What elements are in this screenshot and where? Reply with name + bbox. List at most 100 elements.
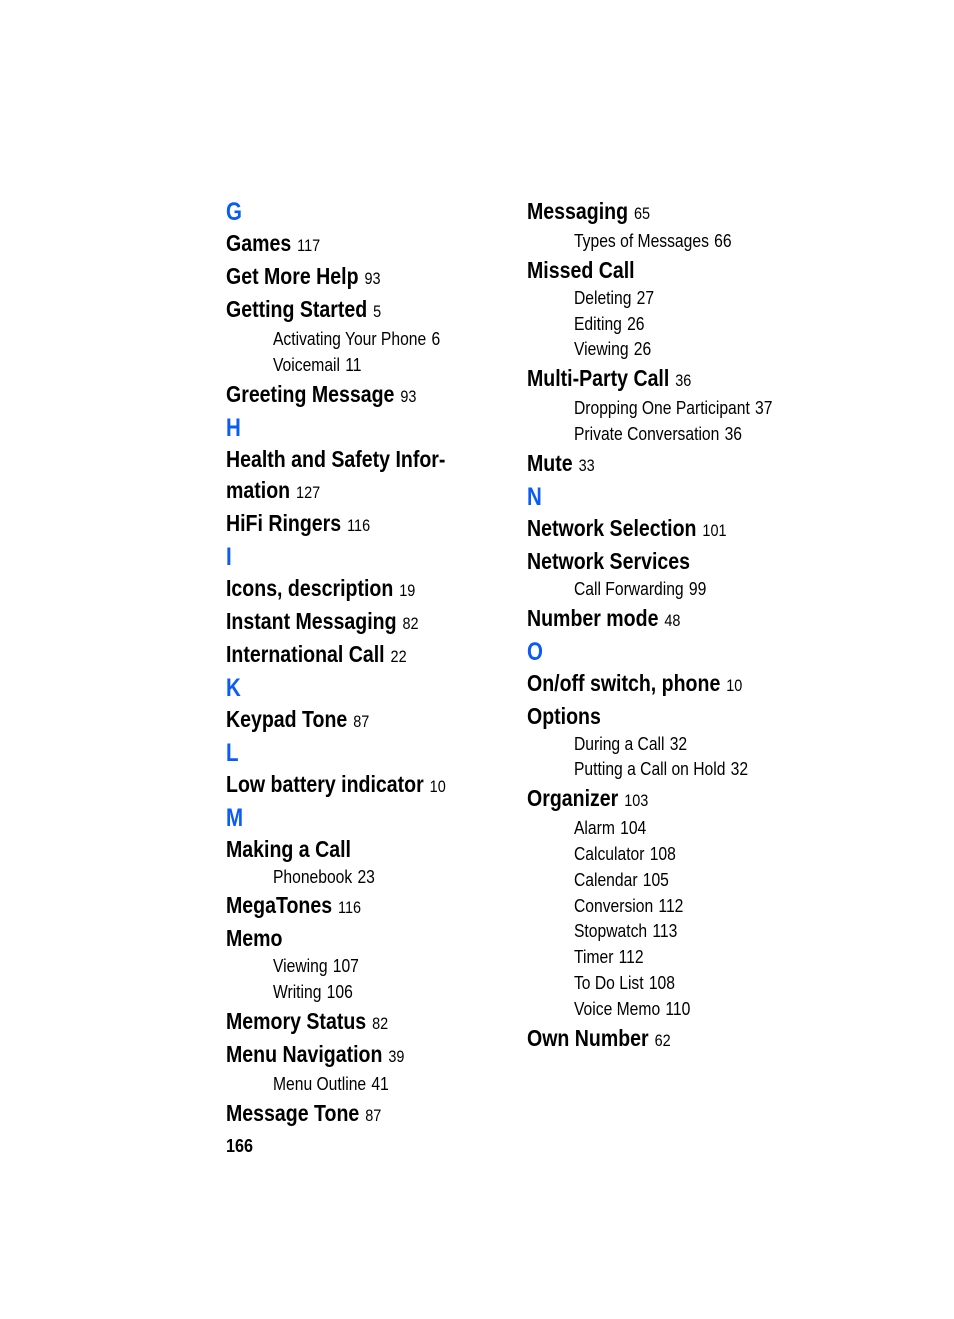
- index-page-ref: 10: [429, 776, 446, 796]
- index-page-ref: 32: [669, 733, 688, 754]
- index-entry: Getting Started 5: [226, 294, 456, 327]
- index-term: Health and Safety Infor-mation: [226, 445, 446, 503]
- index-letter-heading: M: [226, 803, 244, 832]
- index-entry: Memory Status 82: [226, 1006, 456, 1039]
- index-entry: Mute 33: [527, 448, 757, 481]
- index-subentry: Activating Your Phone 6: [226, 327, 461, 353]
- index-page-ref: 26: [627, 313, 645, 334]
- index-page-ref: 104: [620, 818, 647, 839]
- index-term: Multi-Party Call: [527, 365, 670, 392]
- index-page-ref: 116: [347, 515, 371, 535]
- index-page-ref: 33: [578, 455, 595, 475]
- index-term: HiFi Ringers: [226, 509, 342, 536]
- index-letter-heading: G: [226, 198, 242, 226]
- index-term: Low battery indicator: [226, 770, 424, 797]
- index-subentry: Deleting 27: [527, 286, 762, 312]
- index-page-ref: 22: [390, 646, 407, 666]
- index-term: Menu Navigation: [226, 1040, 383, 1067]
- index-page-ref: 101: [702, 520, 727, 540]
- index-term: Writing: [272, 982, 322, 1003]
- index-page-ref: 37: [755, 398, 773, 419]
- index-page-ref: 39: [388, 1046, 405, 1066]
- index-page-ref: 105: [642, 869, 669, 890]
- index-term: Number mode: [527, 604, 659, 631]
- index-term: Calendar: [573, 869, 638, 890]
- index-term: Call Forwarding: [573, 578, 684, 599]
- index-term: During a Call: [573, 733, 665, 754]
- index-page-ref: 113: [652, 921, 678, 942]
- index-page-ref: 19: [399, 580, 416, 600]
- index-entry: Greeting Message 93: [226, 379, 456, 412]
- index-letter-heading: I: [226, 542, 232, 571]
- index-entry: Games 117: [226, 228, 456, 261]
- index-term: Stopwatch: [573, 921, 648, 942]
- index-page-ref: 87: [365, 1105, 382, 1125]
- index-page-ref: 66: [714, 231, 732, 251]
- index-entry: Message Tone 87: [226, 1098, 456, 1131]
- index-entry: Menu Navigation 39: [226, 1039, 456, 1072]
- index-page-ref: 62: [654, 1030, 671, 1050]
- index-subentry: Writing 106: [226, 980, 461, 1006]
- index-term: Types of Messages: [573, 231, 709, 251]
- index-subentry: Viewing 26: [527, 337, 762, 363]
- index-letter-heading: L: [226, 738, 239, 767]
- index-term: Private Conversation: [573, 423, 720, 444]
- index-subentry: Dropping One Participant 37: [527, 396, 783, 422]
- index-subentry: Calendar 105: [527, 868, 762, 894]
- index-page-ref: 116: [338, 898, 362, 918]
- index-column-left: G Games 117 Get More Help 93 Getting Started 5…: [226, 196, 496, 1131]
- index-term: Voicemail: [272, 354, 341, 375]
- index-subentry: Conversion 112: [527, 894, 762, 920]
- index-entry: Missed Call: [527, 255, 757, 286]
- index-term: Instant Messaging: [226, 607, 397, 634]
- index-entry: Keypad Tone 87: [226, 704, 456, 737]
- index-page-ref: 65: [633, 204, 651, 223]
- index-subentry: To Do List 108: [527, 971, 762, 997]
- index-page-ref: 112: [658, 895, 684, 916]
- index-page-ref: 41: [371, 1073, 389, 1094]
- index-term: Editing: [573, 313, 622, 334]
- index-term: Timer: [573, 947, 614, 968]
- index-term: Mute: [527, 449, 573, 476]
- index-page-ref: 27: [636, 287, 655, 308]
- index-term: Calculator: [573, 843, 645, 864]
- index-term: To Do List: [573, 972, 644, 993]
- index-term: International Call: [226, 640, 385, 667]
- index-subentry: Private Conversation 36: [527, 422, 762, 448]
- index-term: Dropping One Participant: [573, 398, 750, 419]
- index-page-ref: 103: [624, 791, 649, 811]
- index-subentry: Alarm 104: [527, 816, 762, 842]
- index-term: Alarm: [573, 818, 615, 839]
- index-subentry: Editing 26: [527, 312, 762, 338]
- index-entry: Instant Messaging 82: [226, 606, 456, 639]
- index-page-ref: 6: [431, 329, 441, 349]
- index-page-ref: 23: [357, 866, 375, 887]
- index-page-ref: 93: [400, 386, 417, 406]
- index-term: Conversion: [573, 895, 654, 916]
- index-subentry: During a Call 32: [527, 732, 762, 758]
- index-term: Get More Help: [226, 263, 359, 289]
- index-term: Menu Outline: [272, 1073, 367, 1094]
- index-entry: Messaging 65: [527, 196, 757, 229]
- index-page-ref: 108: [648, 972, 675, 993]
- index-page-ref: 26: [633, 339, 652, 360]
- index-page-ref: 107: [332, 956, 359, 977]
- index-term: Viewing: [272, 956, 328, 977]
- index-entry: On/off switch, phone 10: [527, 668, 757, 701]
- index-letter-heading: K: [226, 673, 241, 702]
- index-entry: Organizer 103: [527, 783, 757, 816]
- index-term: Organizer: [527, 785, 619, 812]
- index-term: Memory Status: [226, 1007, 367, 1034]
- index-term: Own Number: [527, 1024, 649, 1051]
- index-term: Message Tone: [226, 1099, 360, 1126]
- index-entry: HiFi Ringers 116: [226, 508, 456, 541]
- index-entry: Icons, description 19: [226, 573, 456, 606]
- index-term: Phonebook: [272, 866, 353, 887]
- index-subentry: Types of Messages 66: [527, 229, 762, 255]
- index-page-ref: 82: [402, 613, 419, 633]
- index-term: Games: [226, 230, 292, 256]
- index-page-ref: 87: [353, 711, 370, 731]
- index-subentry: Calculator 108: [527, 842, 762, 868]
- page-number: 166: [226, 1136, 254, 1156]
- index-term: Greeting Message: [226, 380, 395, 407]
